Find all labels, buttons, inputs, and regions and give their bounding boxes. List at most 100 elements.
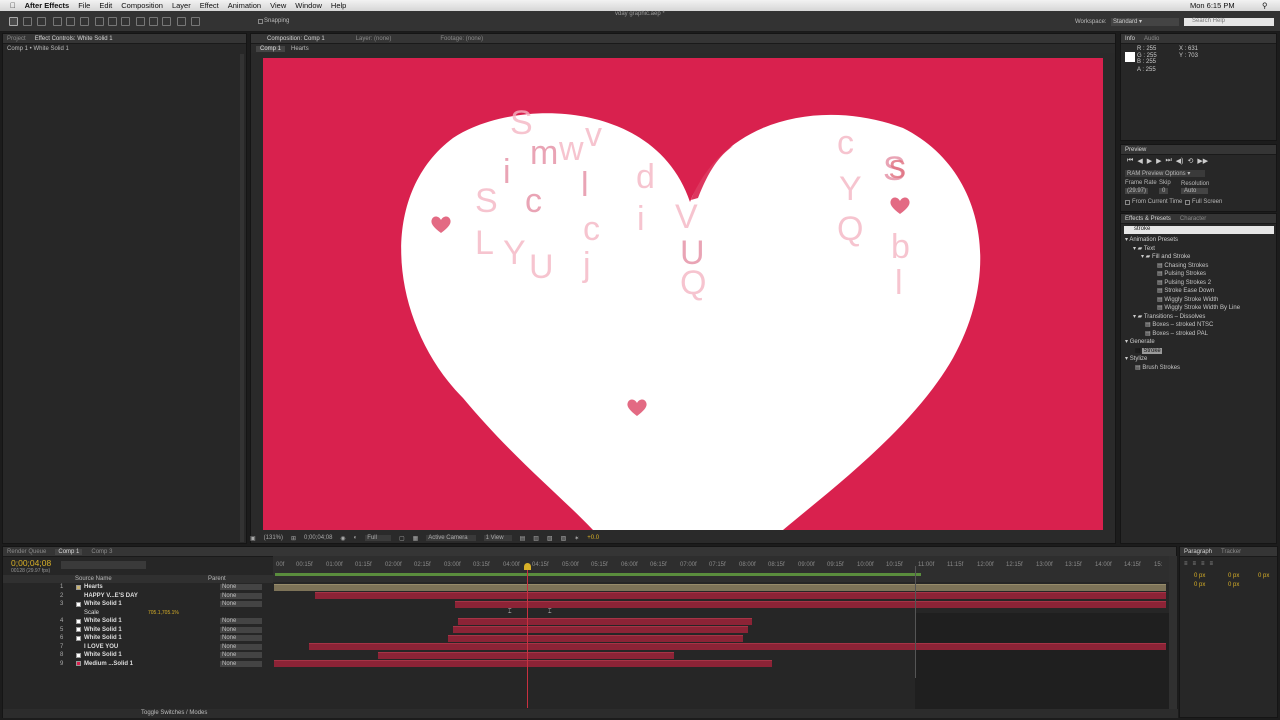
justify-icon[interactable]: ≡ [1210, 561, 1214, 567]
layer-bar[interactable] [455, 601, 1166, 608]
skip-select[interactable]: 0 [1159, 188, 1169, 194]
pan-behind-tool-icon[interactable] [80, 17, 89, 26]
tree-leaf[interactable]: ▤ Pulsing Strokes 2 [1123, 279, 1275, 288]
pen-tool-icon[interactable] [108, 17, 117, 26]
menu-effect[interactable]: Effect [200, 1, 219, 10]
tree-leaf[interactable]: ▤ Wiggly Stroke Width [1123, 296, 1275, 305]
workspace-select[interactable]: Standard ▾ [1111, 18, 1179, 26]
snapshot-icon[interactable]: ◉ [340, 535, 345, 542]
tree-leaf[interactable]: ▤ Boxes – stroked NTSC [1123, 321, 1275, 330]
tree-folder[interactable]: ▾ Generate [1123, 338, 1275, 347]
tree-leaf[interactable]: ▤ Brush Strokes [1123, 364, 1275, 373]
playhead-handle[interactable] [524, 563, 531, 570]
next-frame-icon[interactable]: ▶ [1156, 157, 1161, 165]
eraser-tool-icon[interactable] [162, 17, 171, 26]
play-icon[interactable]: ▶ [1147, 157, 1152, 165]
fast-preview-icon[interactable]: ▥ [533, 535, 539, 542]
tree-leaf[interactable]: ▤ Pulsing Strokes [1123, 270, 1275, 279]
camera-select[interactable]: Active Camera [426, 535, 476, 541]
tree-folder[interactable]: ▾ ▰ Transitions – Dissolves [1123, 313, 1275, 322]
puppet-tool-icon[interactable] [191, 17, 200, 26]
zoom-tool-icon[interactable] [37, 17, 46, 26]
transparency-grid-icon[interactable]: ▦ [413, 535, 419, 542]
first-frame-icon[interactable]: ⏮ [1127, 157, 1133, 165]
tab-audio[interactable]: Audio [1144, 36, 1159, 42]
align-center-icon[interactable]: ≡ [1193, 561, 1197, 567]
zoom-select[interactable]: (131%) [264, 535, 283, 541]
scale-property-row[interactable]: Scale 705.1,705.1% [2, 609, 272, 618]
menu-composition[interactable]: Composition [121, 1, 163, 10]
spotlight-icon[interactable]: ⚲ [1262, 1, 1268, 10]
timecode-readout[interactable]: 0;00;04;08 [304, 535, 332, 541]
keyframe-icon[interactable]: ⌶ [548, 609, 552, 616]
tab-info[interactable]: Info [1125, 36, 1135, 42]
source-name-header[interactable]: Source Name [75, 576, 112, 582]
layer-row[interactable]: 1 Hearts None [2, 583, 272, 592]
channel-icon[interactable]: ◐ [354, 535, 358, 541]
hearts-subtab[interactable]: Hearts [291, 46, 309, 52]
layer-row[interactable]: 2 HAPPY V...E'S DAY None [2, 592, 272, 601]
tab-composition[interactable]: Composition: Comp 1 [267, 36, 325, 42]
tab-effects-presets[interactable]: Effects & Presets [1125, 216, 1171, 222]
views-select[interactable]: 1 View [483, 535, 512, 541]
ram-preview-icon[interactable]: ▶▶ [1197, 157, 1208, 165]
from-current-checkbox[interactable] [1125, 200, 1130, 205]
ram-options-select[interactable]: RAM Preview Options ▾ [1125, 170, 1205, 177]
timeline-icon[interactable]: ▧ [547, 535, 553, 542]
apple-icon[interactable]:  [10, 1, 16, 10]
tree-folder[interactable]: ▾ ▰ Text [1123, 245, 1275, 254]
frame-rate-select[interactable]: (29.97) [1125, 188, 1149, 194]
layer-row[interactable]: 4 White Solid 1 None [2, 617, 272, 626]
indent-first-value[interactable]: 0 px [1258, 573, 1269, 579]
layer-row[interactable]: 7I LOVE YOU None [2, 643, 272, 652]
tab-footage[interactable]: Footage: (none) [440, 36, 483, 42]
time-ruler[interactable] [273, 556, 1169, 582]
playhead-line[interactable] [527, 566, 528, 708]
brush-tool-icon[interactable] [136, 17, 145, 26]
menu-view[interactable]: View [270, 1, 286, 10]
tree-folder[interactable]: ▾ Stylize [1123, 355, 1275, 364]
align-left-icon[interactable]: ≡ [1184, 561, 1188, 567]
layer-bar[interactable] [448, 635, 743, 642]
space-before-value[interactable]: 0 px [1194, 582, 1205, 588]
comp-subtab[interactable]: Comp 1 [256, 45, 286, 52]
tab-comp-1[interactable]: Comp 1 [55, 548, 83, 555]
exposure-icon[interactable]: ✶ [574, 535, 579, 542]
layer-bar[interactable] [309, 643, 1166, 650]
menu-window[interactable]: Window [295, 1, 322, 10]
camera-tool-icon[interactable] [66, 17, 75, 26]
comp-viewer[interactable]: S m w v c S i l d Y S c c Q b L Y U U Q … [263, 58, 1103, 530]
tree-leaf[interactable]: ▤ Stroke Ease Down [1123, 287, 1275, 296]
tab-layer[interactable]: Layer: (none) [356, 36, 392, 42]
layer-row[interactable]: 8 White Solid 1 None [2, 651, 272, 660]
tab-render-queue[interactable]: Render Queue [7, 549, 46, 555]
roto-brush-icon[interactable] [177, 17, 186, 26]
prev-frame-icon[interactable]: ◀ [1137, 157, 1142, 165]
layer-row[interactable]: 9 Medium ...Solid 1 None [2, 660, 272, 669]
type-tool-icon[interactable] [121, 17, 130, 26]
menu-help[interactable]: Help [331, 1, 346, 10]
loop-icon[interactable]: ⟲ [1188, 157, 1194, 165]
menu-edit[interactable]: Edit [99, 1, 112, 10]
tab-project[interactable]: Project [7, 36, 26, 42]
current-time[interactable]: 0;00;04;08 [11, 558, 51, 568]
rectangle-tool-icon[interactable] [95, 17, 104, 26]
tab-preview[interactable]: Preview [1125, 147, 1146, 153]
clone-tool-icon[interactable] [149, 17, 158, 26]
layer-search-input[interactable] [61, 561, 146, 569]
layer-bar[interactable] [453, 626, 748, 633]
tree-leaf[interactable]: ▤ Chasing Strokes [1123, 262, 1275, 271]
tree-leaf[interactable]: ▤ Wiggly Stroke Width By Line [1123, 304, 1275, 313]
grid-icon[interactable]: ▤ [520, 535, 526, 542]
snapping-checkbox[interactable] [258, 19, 263, 24]
timeline-scrollbar[interactable] [1169, 556, 1177, 709]
tree-leaf[interactable]: ▤ Boxes – stroked PAL [1123, 330, 1275, 339]
tree-leaf-selected[interactable]: ▤ Stroke [1123, 347, 1275, 356]
tab-comp-3[interactable]: Comp 3 [91, 549, 112, 555]
last-frame-icon[interactable]: ⏭ [1165, 157, 1171, 165]
tab-effect-controls[interactable]: Effect Controls: White Solid 1 [35, 36, 113, 42]
tree-folder[interactable]: ▾ Animation Presets [1123, 236, 1275, 245]
layer-bar[interactable] [315, 592, 1166, 599]
toggle-switches-modes[interactable]: Toggle Switches / Modes [141, 710, 207, 716]
safe-zones-icon[interactable]: ⊞ [291, 535, 296, 542]
